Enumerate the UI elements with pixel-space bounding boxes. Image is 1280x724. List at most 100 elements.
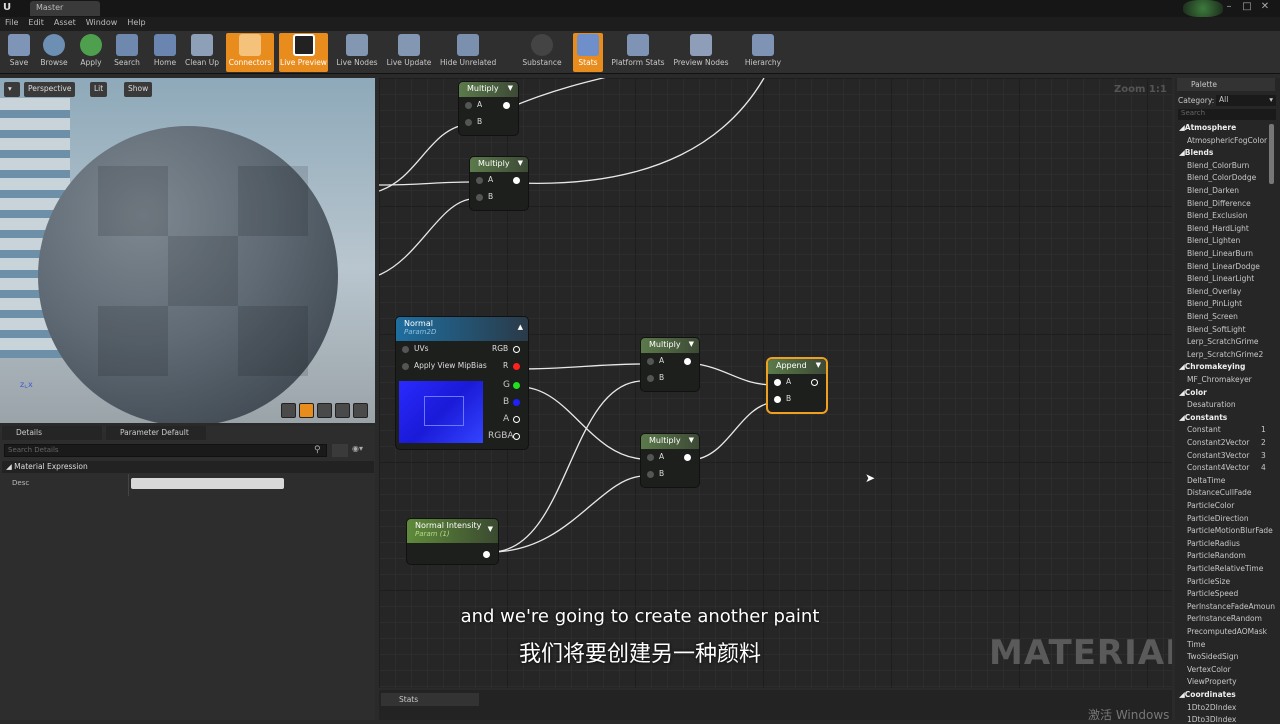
- collapse-icon[interactable]: ▼: [518, 159, 523, 167]
- plane-preview-icon[interactable]: [317, 403, 332, 418]
- menu-asset[interactable]: Asset: [49, 17, 81, 28]
- input-pin-a[interactable]: [774, 379, 781, 386]
- palette-item[interactable]: Constant2Vector 2: [1175, 438, 1275, 447]
- input-pin-a[interactable]: [647, 454, 654, 461]
- palette-item[interactable]: ParticleRelativeTime: [1175, 564, 1275, 573]
- close-icon[interactable]: ✕: [1258, 1, 1272, 14]
- palette-category[interactable]: ◢Constants: [1175, 413, 1275, 422]
- collapse-icon[interactable]: ▲: [518, 323, 523, 331]
- output-pin[interactable]: [483, 551, 490, 558]
- palette-item[interactable]: Blend_Darken: [1175, 186, 1275, 195]
- multiply-node-2[interactable]: Multiply ▼ A B: [470, 157, 528, 210]
- tab-details[interactable]: Details: [2, 426, 102, 440]
- input-pin-b[interactable]: [647, 375, 654, 382]
- palette-item[interactable]: Blend_LinearDodge: [1175, 262, 1275, 271]
- palette-item[interactable]: Constant 1: [1175, 425, 1275, 434]
- browse-button[interactable]: Browse: [37, 33, 71, 72]
- palette-category[interactable]: ◢Coordinates: [1175, 690, 1275, 699]
- palette-item[interactable]: 1Dto2DIndex: [1175, 703, 1275, 712]
- desc-field[interactable]: [131, 478, 284, 489]
- hide-unrelated-button[interactable]: Hide Unrelated: [440, 33, 496, 72]
- home-button[interactable]: Home: [151, 33, 179, 72]
- output-pin[interactable]: [811, 379, 818, 386]
- sphere-preview-icon[interactable]: [299, 403, 314, 418]
- stats-button[interactable]: Stats: [573, 33, 603, 72]
- search-button[interactable]: Search: [111, 33, 143, 72]
- tab-parameter-default[interactable]: Parameter Default: [106, 426, 206, 440]
- menu-window[interactable]: Window: [81, 17, 123, 28]
- palette-category[interactable]: ◢Atmosphere: [1175, 123, 1275, 132]
- view-options-icon[interactable]: [332, 444, 348, 457]
- substance-button[interactable]: Substance: [520, 33, 564, 72]
- output-pin[interactable]: [513, 177, 520, 184]
- perspective-button[interactable]: Perspective: [24, 82, 76, 97]
- tab-palette[interactable]: Palette: [1177, 78, 1275, 91]
- g-pin[interactable]: [513, 382, 520, 389]
- multiply-node-4[interactable]: Multiply ▼ A B: [641, 434, 699, 487]
- palette-item[interactable]: Lerp_ScratchGrime: [1175, 337, 1275, 346]
- collapse-icon[interactable]: ▼: [508, 84, 513, 92]
- uvs-pin[interactable]: [402, 346, 409, 353]
- material-graph-canvas[interactable]: Zoom 1:1 MATERIAL Multiply ▼ A B Multiply…: [379, 78, 1172, 688]
- save-button[interactable]: Save: [4, 33, 34, 72]
- input-pin-a[interactable]: [465, 102, 472, 109]
- palette-item[interactable]: Blend_Difference: [1175, 199, 1275, 208]
- palette-item[interactable]: ParticleRadius: [1175, 539, 1275, 548]
- input-pin-b[interactable]: [774, 396, 781, 403]
- viewport-menu-button[interactable]: ▾: [4, 82, 20, 97]
- palette-item[interactable]: PrecomputedAOMask: [1175, 627, 1275, 636]
- lit-button[interactable]: Lit: [90, 82, 108, 97]
- palette-category[interactable]: ◢Blends: [1175, 148, 1275, 157]
- hierarchy-button[interactable]: Hierarchy: [744, 33, 782, 72]
- live-update-button[interactable]: Live Update: [386, 33, 432, 72]
- palette-item[interactable]: Blend_ColorBurn: [1175, 161, 1275, 170]
- collapse-icon[interactable]: ▼: [689, 436, 694, 444]
- live-nodes-button[interactable]: Live Nodes: [336, 33, 378, 72]
- palette-item[interactable]: Blend_Overlay: [1175, 287, 1275, 296]
- palette-category[interactable]: ◢Color: [1175, 388, 1275, 397]
- collapse-icon[interactable]: ▼: [816, 361, 821, 369]
- palette-item[interactable]: Blend_LinearBurn: [1175, 249, 1275, 258]
- palette-item[interactable]: ParticleColor: [1175, 501, 1275, 510]
- palette-item[interactable]: Blend_LinearLight: [1175, 274, 1275, 283]
- palette-item[interactable]: Constant3Vector 3: [1175, 451, 1275, 460]
- menu-edit[interactable]: Edit: [23, 17, 49, 28]
- palette-item[interactable]: ViewProperty: [1175, 677, 1275, 686]
- palette-item[interactable]: Blend_SoftLight: [1175, 325, 1275, 334]
- palette-search-input[interactable]: Search: [1178, 109, 1276, 120]
- palette-item[interactable]: Blend_PinLight: [1175, 299, 1275, 308]
- palette-item[interactable]: Lerp_ScratchGrime2: [1175, 350, 1275, 359]
- normal-intensity-node[interactable]: Normal Intensity Param (1) ▼: [407, 519, 498, 564]
- input-pin-b[interactable]: [465, 119, 472, 126]
- mesh-preview-icon[interactable]: [353, 403, 368, 418]
- normal-texture-node[interactable]: Normal Param2D ▲ UVs RGB Apply View MipBi…: [396, 317, 528, 449]
- palette-item[interactable]: ParticleRandom: [1175, 551, 1275, 560]
- b-pin[interactable]: [513, 399, 520, 406]
- multiply-node-1[interactable]: Multiply ▼ A B: [459, 82, 518, 135]
- menu-help[interactable]: Help: [122, 17, 150, 28]
- multiply-node-3[interactable]: Multiply ▼ A B: [641, 338, 699, 391]
- input-pin-a[interactable]: [476, 177, 483, 184]
- input-pin-b[interactable]: [476, 194, 483, 201]
- menu-file[interactable]: File: [0, 17, 23, 28]
- cube-preview-icon[interactable]: [335, 403, 350, 418]
- live-preview-button[interactable]: Live Preview: [279, 33, 328, 72]
- connectors-button[interactable]: Connectors: [226, 33, 274, 72]
- user-avatar-icon[interactable]: [1183, 0, 1223, 17]
- palette-item[interactable]: DeltaTime: [1175, 476, 1275, 485]
- palette-item[interactable]: ParticleDirection: [1175, 514, 1275, 523]
- r-pin[interactable]: [513, 363, 520, 370]
- palette-item[interactable]: Blend_Screen: [1175, 312, 1275, 321]
- input-pin-a[interactable]: [647, 358, 654, 365]
- details-search-input[interactable]: Search Details: [4, 444, 327, 457]
- asset-tab[interactable]: Master: [30, 1, 100, 16]
- palette-item[interactable]: Blend_Exclusion: [1175, 211, 1275, 220]
- palette-item[interactable]: Desaturation: [1175, 400, 1275, 409]
- rgb-pin[interactable]: [513, 346, 520, 353]
- mipbias-pin[interactable]: [402, 363, 409, 370]
- palette-item[interactable]: ParticleSize: [1175, 577, 1275, 586]
- a-pin[interactable]: [513, 416, 520, 423]
- rgba-pin[interactable]: [513, 433, 520, 440]
- input-pin-b[interactable]: [647, 471, 654, 478]
- palette-item[interactable]: Blend_ColorDodge: [1175, 173, 1275, 182]
